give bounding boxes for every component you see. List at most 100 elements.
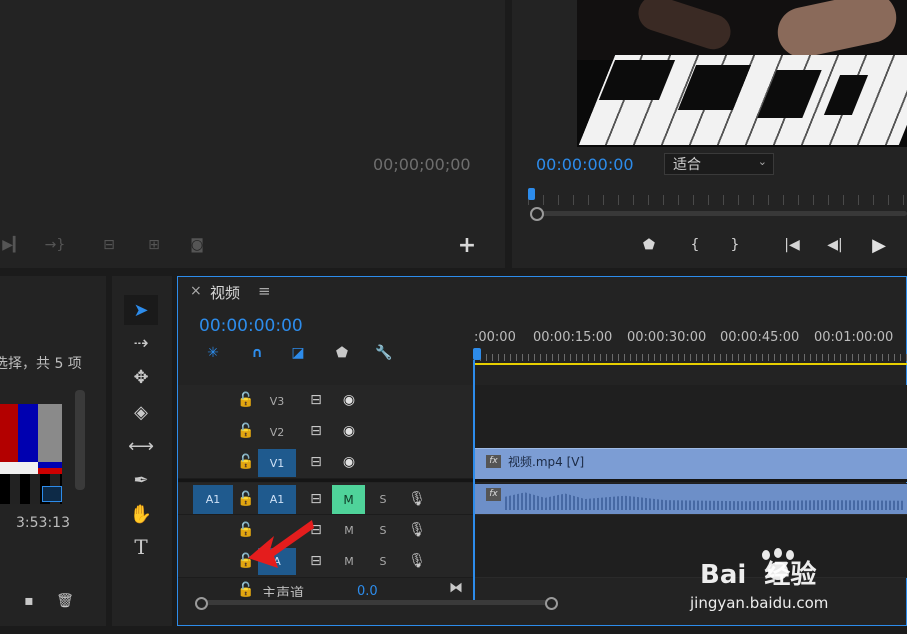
- program-ruler[interactable]: [528, 195, 907, 205]
- timeline-close-icon[interactable]: ×: [190, 283, 202, 299]
- lane-a2[interactable]: [474, 515, 907, 547]
- master-volume-value[interactable]: 0.0: [357, 584, 378, 597]
- program-timecode[interactable]: 00:00:00:00: [536, 155, 634, 174]
- bar-blue: [18, 404, 38, 462]
- timeline-timecode[interactable]: 00:00:00:00: [199, 316, 303, 336]
- project-scrollbar[interactable]: [75, 390, 85, 490]
- lane-v3[interactable]: [474, 385, 907, 417]
- timeline-scroll-handle-left[interactable]: [195, 597, 208, 610]
- timeline-scrollbar[interactable]: [200, 600, 552, 605]
- mic-icon[interactable]: 🎙: [407, 490, 427, 508]
- sync-lock-icon[interactable]: ⊟: [306, 454, 326, 470]
- clip-thumbnail[interactable]: [0, 404, 62, 504]
- sync-lock-icon[interactable]: ⊟: [306, 392, 326, 408]
- add-button-icon[interactable]: +: [456, 233, 478, 258]
- timeline-menu-icon[interactable]: ≡: [258, 282, 271, 300]
- track-label-v3[interactable]: V3: [258, 392, 296, 410]
- extract-icon[interactable]: ⊞: [141, 235, 167, 255]
- timeline-ruler[interactable]: :00:00 00:00:15:00 00:00:30:00 00:00:45:…: [474, 322, 907, 364]
- new-item-icon[interactable]: ▪: [20, 592, 38, 610]
- mute-button-a2[interactable]: M: [339, 522, 359, 538]
- ruler-label: 00:00:45:00: [720, 330, 800, 345]
- clip-duration: 3:53:13: [16, 515, 70, 531]
- add-marker-icon[interactable]: ⬟: [333, 344, 351, 362]
- watermark-url: jingyan.baidu.com: [690, 594, 829, 612]
- mark-out-icon[interactable]: }: [728, 236, 742, 254]
- track-label-v1[interactable]: V1: [258, 449, 296, 477]
- camera-icon[interactable]: ◙: [186, 235, 208, 255]
- razor-tool-icon[interactable]: ◈: [124, 397, 158, 427]
- track-label-a1[interactable]: A1: [258, 485, 296, 514]
- lock-icon[interactable]: 🔓: [237, 423, 254, 439]
- marker-icon[interactable]: ⬟: [640, 236, 658, 254]
- project-panel: 选择，共 5 项 3:53:13 ▪ 🗑: [0, 276, 106, 626]
- mark-in-icon[interactable]: {: [688, 236, 702, 254]
- type-tool-icon[interactable]: T: [124, 532, 158, 562]
- timeline-tab-title[interactable]: 视频: [210, 282, 240, 303]
- mute-button-a3[interactable]: M: [339, 553, 359, 569]
- mic-icon[interactable]: 🎙: [407, 552, 427, 570]
- sync-lock-icon[interactable]: ⊟: [306, 491, 326, 507]
- program-monitor-panel: 00:00:00:00 适合 ⌄ ⬟ { } |◀ ◀| ▶: [512, 0, 907, 268]
- selection-tool-icon[interactable]: ➤: [124, 295, 158, 325]
- trash-icon[interactable]: 🗑: [56, 592, 74, 610]
- program-playhead[interactable]: [528, 188, 535, 200]
- fx-badge-icon: fx: [486, 488, 501, 501]
- lock-icon[interactable]: 🔓: [237, 454, 254, 470]
- watermark-brand: Bai 经验: [700, 560, 817, 590]
- lock-icon[interactable]: 🔓: [237, 582, 254, 598]
- bar-red: [0, 404, 18, 462]
- source-patch-a1[interactable]: A1: [193, 485, 233, 514]
- track-label-v2[interactable]: V2: [258, 423, 296, 441]
- program-scroll-handle[interactable]: [530, 207, 544, 221]
- overwrite-icon[interactable]: ⊟: [96, 235, 122, 255]
- work-area-bar[interactable]: [474, 363, 907, 365]
- track-divider: [178, 479, 907, 482]
- mute-button-a1[interactable]: M: [332, 485, 365, 514]
- audio-clip[interactable]: fx: [475, 484, 907, 514]
- fit-dropdown[interactable]: 适合 ⌄: [664, 153, 774, 175]
- program-scrollbar[interactable]: [534, 211, 907, 216]
- lock-icon[interactable]: 🔓: [237, 392, 254, 408]
- master-end-icon[interactable]: ⧓: [446, 580, 466, 596]
- solo-button-a2[interactable]: S: [372, 522, 394, 538]
- lane-v2[interactable]: [474, 416, 907, 448]
- go-to-in-icon[interactable]: |◀: [780, 236, 804, 254]
- bar-gray: [38, 404, 62, 462]
- ripple-edit-tool-icon[interactable]: ✥: [124, 362, 158, 392]
- source-timecode: 00;00;00;00: [373, 155, 471, 174]
- chevron-down-icon: ⌄: [757, 155, 767, 168]
- play-icon[interactable]: ▶: [868, 234, 890, 256]
- wrench-icon[interactable]: 🔧: [374, 344, 394, 362]
- snap-icon[interactable]: ∩: [247, 344, 267, 362]
- ruler-ticks: [474, 354, 907, 361]
- sync-lock-icon[interactable]: ⊟: [306, 423, 326, 439]
- master-track-label: 主声道: [262, 586, 304, 597]
- ruler-label: 00:01:00:00: [814, 330, 894, 345]
- source-monitor-panel: 00;00;00;00 ▶▎ →} ⊟ ⊞ ◙ +: [0, 0, 505, 268]
- lock-icon[interactable]: 🔓: [237, 491, 254, 507]
- eye-icon[interactable]: ◉: [339, 392, 359, 408]
- mark-out-icon[interactable]: ▶▎: [2, 235, 24, 255]
- hand-tool-icon[interactable]: ✋: [124, 499, 158, 529]
- nest-icon[interactable]: ✳: [203, 344, 223, 362]
- slip-tool-icon[interactable]: ⟷: [124, 431, 158, 461]
- eye-icon[interactable]: ◉: [339, 454, 359, 470]
- audio-waveform: [505, 492, 905, 510]
- ruler-label: :00:00: [474, 330, 516, 345]
- track-select-tool-icon[interactable]: ⇢: [124, 328, 158, 358]
- mic-icon[interactable]: 🎙: [407, 521, 427, 539]
- solo-button-a3[interactable]: S: [372, 553, 394, 569]
- video-frame: [577, 0, 907, 147]
- ruler-label: 00:00:30:00: [627, 330, 707, 345]
- ruler-label: 00:00:15:00: [533, 330, 613, 345]
- timeline-scroll-handle-right[interactable]: [545, 597, 558, 610]
- video-clip[interactable]: fx 视频.mp4 [V]: [475, 448, 907, 479]
- step-back-icon[interactable]: ◀|: [824, 236, 846, 254]
- pen-tool-icon[interactable]: ✒: [124, 465, 158, 495]
- timeline-playhead[interactable]: [473, 348, 481, 360]
- insert-icon[interactable]: →}: [44, 235, 66, 255]
- solo-button-a1[interactable]: S: [372, 491, 394, 507]
- linked-selection-icon[interactable]: ◪: [288, 344, 308, 362]
- eye-icon[interactable]: ◉: [339, 423, 359, 439]
